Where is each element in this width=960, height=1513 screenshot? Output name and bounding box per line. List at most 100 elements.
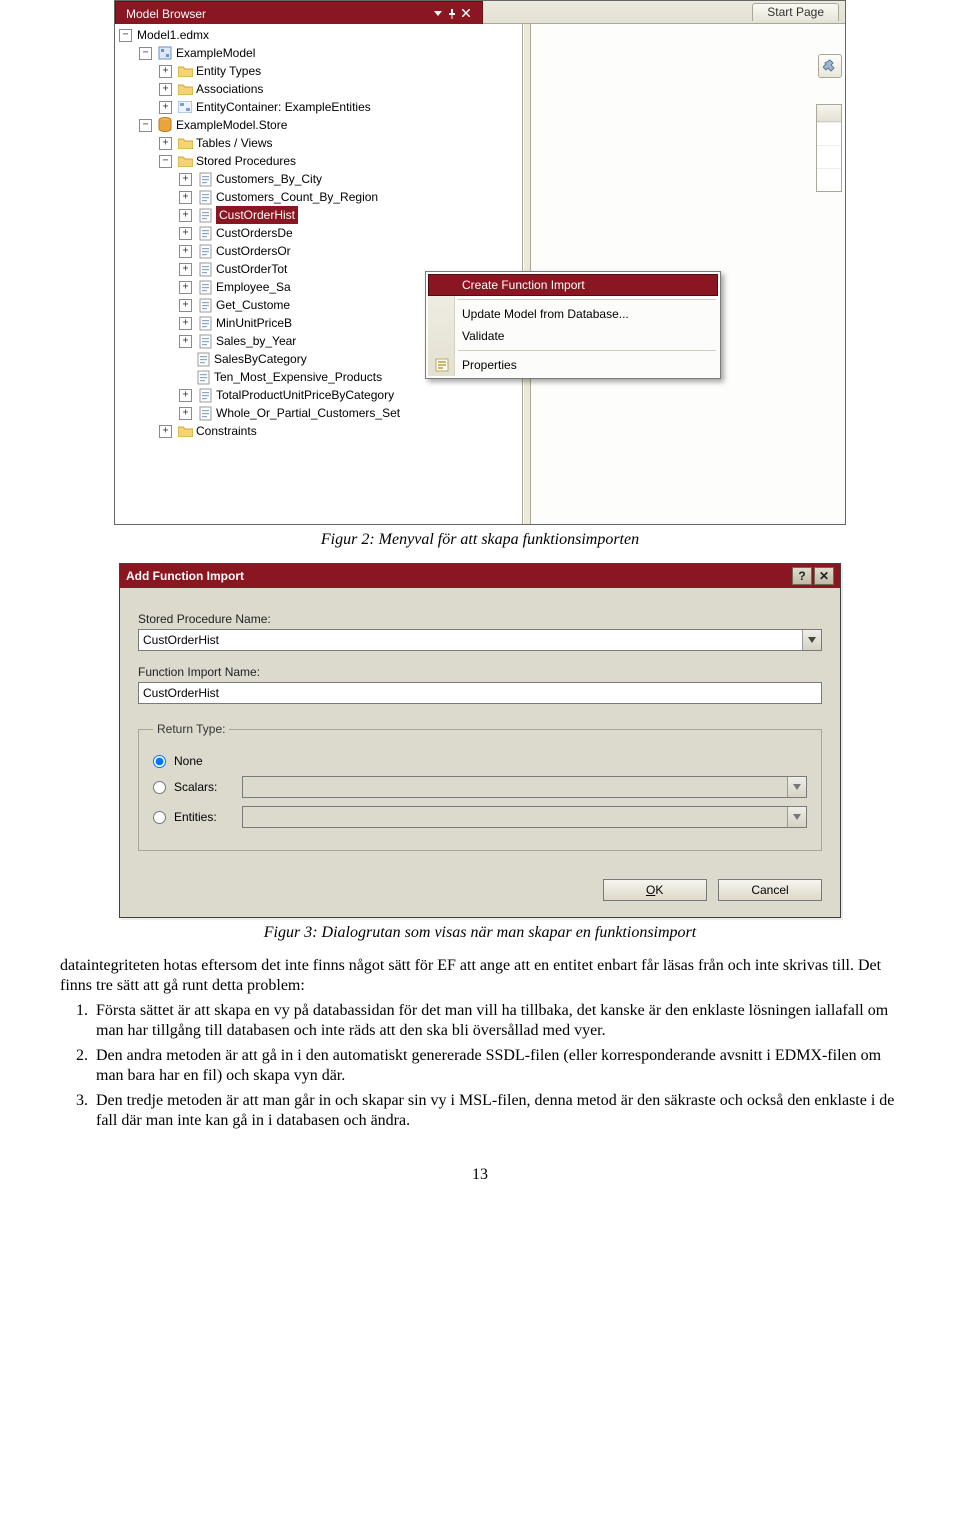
sp-node[interactable]: +Customers_Count_By_Region [179,188,522,206]
dialog-titlebar[interactable]: Add Function Import ? ✕ [120,564,840,588]
close-button[interactable]: ✕ [814,567,834,585]
expand-icon[interactable]: + [179,191,192,204]
expand-icon[interactable]: + [179,227,192,240]
tab-model-browser[interactable]: Model Browser [115,1,483,24]
node-constraints[interactable]: +Constraints [159,422,522,440]
combo-stored-procedure[interactable] [138,629,822,651]
expand-icon[interactable]: + [179,317,192,330]
sp-node[interactable]: + CustOrderHist [179,206,522,224]
sp-label: Employee_Sa [216,278,291,296]
model-icon [157,45,173,61]
tab-start-page[interactable]: Start Page [752,3,839,21]
label-stored-procedure: Stored Procedure Name: [138,612,822,626]
tree-root-label: Model1.edmx [137,26,209,44]
collapse-icon[interactable]: − [159,155,172,168]
dialog-title-text: Add Function Import [126,569,244,583]
folder-icon [177,153,193,169]
expand-icon[interactable]: + [179,335,192,348]
context-menu: Create Function Import Update Model from… [425,271,721,379]
container-icon [177,99,193,115]
toolbox-button[interactable] [818,54,842,78]
combo-scalars-input [242,776,807,798]
input-function-import-name[interactable] [138,682,822,704]
cancel-button[interactable]: Cancel [718,879,822,901]
expand-icon[interactable]: + [159,425,172,438]
sp-label: SalesByCategory [214,350,307,368]
node-tables-views[interactable]: +Tables / Views [159,134,522,152]
tree-root[interactable]: − Model1.edmx [119,26,522,44]
sp-label: CustOrdersOr [216,242,291,260]
menu-item-update-model[interactable]: Update Model from Database... [428,303,718,325]
expand-icon[interactable]: + [179,389,192,402]
dropdown-icon[interactable] [434,9,444,19]
expand-icon[interactable]: + [179,263,192,276]
help-button[interactable]: ? [792,567,812,585]
sp-node[interactable]: + CustOrdersDe [179,224,522,242]
sp-label: CustOrdersDe [216,224,293,242]
stored-procedure-icon [195,369,211,385]
stored-procedure-icon [197,261,213,277]
stored-procedure-icon [197,225,213,241]
spacer [179,372,190,383]
label-entities: Entities: [174,810,234,824]
radio-entities[interactable] [153,811,166,824]
radio-none[interactable] [153,755,166,768]
expand-icon[interactable]: + [179,281,192,294]
collapse-icon[interactable]: − [139,119,152,132]
sp-node[interactable]: +TotalProductUnitPriceByCategory [179,386,522,404]
expand-icon[interactable]: + [159,65,172,78]
menu-item-properties[interactable]: Properties [428,354,718,376]
node-example-model[interactable]: − ExampleModel [139,44,522,62]
menu-separator [458,350,716,351]
expand-icon[interactable]: + [179,245,192,258]
paragraph: dataintegriteten hotas eftersom det inte… [60,956,900,997]
label-function-import: Function Import Name: [138,665,822,679]
combo-scalars[interactable] [242,776,807,798]
ok-label-rest: K [655,883,663,897]
tab-model-browser-label: Model Browser [126,7,206,21]
expand-icon[interactable]: + [159,137,172,150]
chevron-down-icon[interactable] [787,777,806,797]
stored-procedure-icon [197,189,213,205]
sp-node[interactable]: + Whole_Or_Partial_Customers_Set [179,404,522,422]
expand-icon[interactable]: + [179,209,192,222]
list-item: Den andra metoden är att gå in i den aut… [92,1046,900,1087]
close-icon[interactable] [462,9,472,19]
return-type-legend: Return Type: [153,722,229,736]
sp-node[interactable]: + CustOrdersOr [179,242,522,260]
caption-figure-2: Figur 2: Menyval för att skapa funktions… [60,531,900,549]
combo-stored-procedure-input[interactable] [138,629,822,651]
sp-label: CustOrderHist [216,206,298,224]
side-collapsed-panel[interactable] [816,104,842,192]
pin-icon[interactable] [448,9,458,19]
sp-label: MinUnitPriceB [216,314,292,332]
chevron-down-icon[interactable] [802,630,821,650]
sp-label: Whole_Or_Partial_Customers_Set [216,404,400,422]
expand-icon[interactable]: + [179,299,192,312]
expand-icon[interactable]: + [179,173,192,186]
folder-icon [177,63,193,79]
radio-scalars[interactable] [153,781,166,794]
menu-item-create-function-import[interactable]: Create Function Import [428,274,718,296]
node-stored-procedures[interactable]: −Stored Procedures [159,152,522,170]
properties-icon [434,357,450,373]
return-type-group: Return Type: None Scalars: Entities: [138,722,822,851]
sp-label: Customers_By_City [216,170,322,188]
ok-button[interactable]: OK [603,879,707,901]
node-entity-container[interactable]: +EntityContainer: ExampleEntities [159,98,522,116]
sp-label: Sales_by_Year [216,332,296,350]
sp-node[interactable]: + Customers_By_City [179,170,522,188]
chevron-down-icon[interactable] [787,807,806,827]
node-associations[interactable]: +Associations [159,80,522,98]
stored-procedure-icon [197,387,213,403]
expand-icon[interactable]: + [159,101,172,114]
combo-entities[interactable] [242,806,807,828]
expand-icon[interactable]: + [159,83,172,96]
node-store[interactable]: − ExampleModel.Store [139,116,522,134]
collapse-icon[interactable]: − [139,47,152,60]
node-entity-types[interactable]: +Entity Types [159,62,522,80]
database-icon [157,117,173,133]
menu-item-validate[interactable]: Validate [428,325,718,347]
collapse-icon[interactable]: − [119,29,132,42]
expand-icon[interactable]: + [179,407,192,420]
